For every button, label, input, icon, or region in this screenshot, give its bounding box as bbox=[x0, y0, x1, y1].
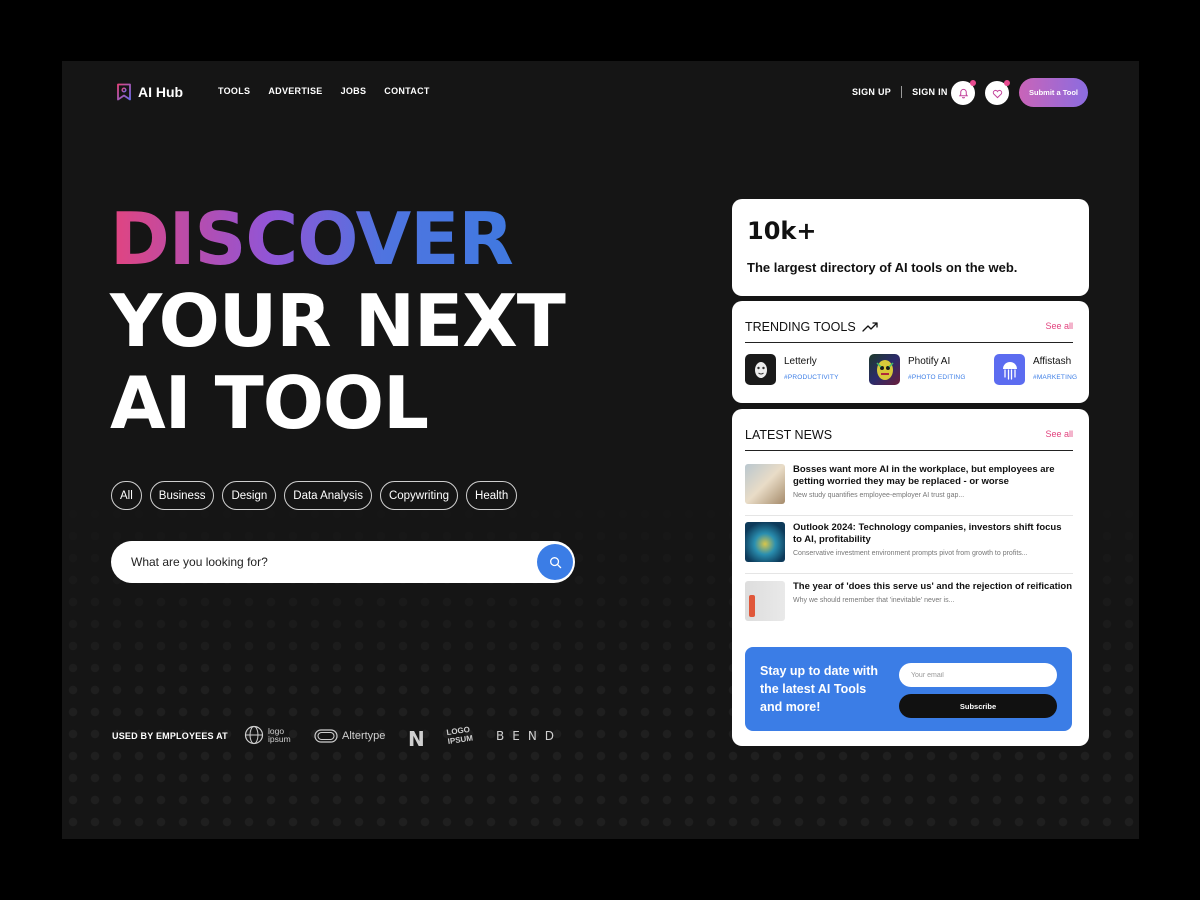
chip-all[interactable]: All bbox=[111, 481, 142, 510]
news-item[interactable]: Outlook 2024: Technology companies, inve… bbox=[745, 522, 1073, 574]
news-item[interactable]: Bosses want more AI in the workplace, bu… bbox=[745, 464, 1073, 516]
news-thumbnail bbox=[745, 581, 785, 621]
letterly-icon bbox=[745, 354, 776, 385]
chip-data-analysis[interactable]: Data Analysis bbox=[284, 481, 372, 510]
trending-header: TRENDING TOOLS See all bbox=[745, 318, 1073, 343]
stats-card: 10k+ The largest directory of AI tools o… bbox=[732, 199, 1089, 296]
category-chips: All Business Design Data Analysis Copywr… bbox=[111, 481, 518, 510]
chip-health[interactable]: Health bbox=[466, 481, 518, 510]
news-title: LATEST NEWS bbox=[745, 428, 833, 442]
brand-logo-ipsum: logo ipsum bbox=[244, 725, 298, 745]
trending-title: TRENDING TOOLS bbox=[745, 320, 856, 334]
globe-logo-icon bbox=[244, 725, 264, 745]
bookmark-logo-icon bbox=[117, 83, 131, 101]
stats-tagline: The largest directory of AI tools on the… bbox=[747, 260, 1018, 275]
chip-copywriting[interactable]: Copywriting bbox=[379, 481, 459, 510]
divider bbox=[901, 86, 903, 98]
news-description: New study quantifies employee-employer A… bbox=[793, 492, 965, 499]
search-icon bbox=[549, 556, 561, 568]
auth-links: SIGN UP SIGN IN bbox=[852, 86, 948, 98]
subscribe-button[interactable]: Subscribe bbox=[899, 694, 1057, 718]
news-description: Why we should remember that 'inevitable'… bbox=[793, 597, 955, 604]
tool-name: Photify AI bbox=[908, 356, 951, 367]
sign-in-link[interactable]: SIGN IN bbox=[912, 87, 948, 97]
nav-link-advertise[interactable]: ADVERTISE bbox=[268, 86, 322, 96]
favorites-button[interactable] bbox=[985, 80, 1010, 105]
hero-line-3: AI TOOL bbox=[110, 361, 429, 445]
search-input[interactable] bbox=[131, 541, 511, 583]
logo[interactable]: AI Hub bbox=[116, 83, 183, 101]
nav-link-tools[interactable]: TOOLS bbox=[218, 86, 250, 96]
altertype-logo-icon bbox=[314, 729, 338, 743]
nav-link-contact[interactable]: CONTACT bbox=[384, 86, 429, 96]
news-thumbnail bbox=[745, 522, 785, 562]
brand-altertype: Altertype bbox=[314, 728, 385, 744]
latest-news-card: LATEST NEWS See all Bosses want more AI … bbox=[732, 409, 1089, 746]
tool-name: Letterly bbox=[784, 356, 817, 367]
newsletter-title: Stay up to date with the latest AI Tools… bbox=[760, 664, 879, 714]
news-headline: Outlook 2024: Technology companies, inve… bbox=[793, 522, 1062, 545]
news-headline: Bosses want more AI in the workplace, bu… bbox=[793, 464, 1055, 487]
tool-name: Affistash bbox=[1033, 356, 1072, 367]
tool-item-photify[interactable]: Photify AI #PHOTO EDITING bbox=[869, 354, 966, 385]
bell-icon bbox=[958, 88, 968, 98]
chip-business[interactable]: Business bbox=[149, 481, 215, 510]
main-nav: TOOLS ADVERTISE JOBS CONTACT bbox=[218, 86, 430, 96]
heart-icon bbox=[992, 89, 1002, 98]
tool-item-affistash[interactable]: Affistash #MARKETING bbox=[994, 354, 1077, 385]
hero-heading: DISCOVER YOUR NEXT AI TOOL bbox=[110, 198, 566, 445]
tool-tag: #PRODUCTIVITY bbox=[784, 374, 839, 381]
page-frame: AI Hub TOOLS ADVERTISE JOBS CONTACT SIGN… bbox=[62, 61, 1139, 839]
news-description: Conservative investment environment prom… bbox=[793, 550, 1028, 557]
news-headline: The year of 'does this serve us' and the… bbox=[793, 581, 1073, 592]
news-thumbnail bbox=[745, 464, 785, 504]
chip-design[interactable]: Design bbox=[222, 481, 277, 510]
trending-tools-card: TRENDING TOOLS See all Letterly #PRODUCT… bbox=[732, 301, 1089, 403]
brand-n: N bbox=[408, 727, 425, 751]
used-by-label: USED BY EMPLOYEES AT bbox=[112, 731, 228, 741]
nav-link-jobs[interactable]: JOBS bbox=[341, 86, 367, 96]
logo-text: AI Hub bbox=[138, 84, 184, 100]
notification-dot bbox=[970, 80, 976, 86]
favorites-dot bbox=[1004, 80, 1010, 86]
photify-icon bbox=[869, 354, 900, 385]
search-button[interactable] bbox=[537, 544, 573, 580]
newsletter-box: Stay up to date with the latest AI Tools… bbox=[745, 647, 1072, 731]
news-item[interactable]: The year of 'does this serve us' and the… bbox=[745, 581, 1073, 633]
tool-tag: #MARKETING bbox=[1033, 374, 1078, 381]
news-header: LATEST NEWS See all bbox=[745, 426, 1073, 451]
tool-item-letterly[interactable]: Letterly #PRODUCTIVITY bbox=[745, 354, 839, 385]
brand-bend: BEND bbox=[496, 729, 563, 743]
trending-see-all-link[interactable]: See all bbox=[1045, 318, 1073, 342]
email-input[interactable] bbox=[899, 663, 1057, 687]
news-see-all-link[interactable]: See all bbox=[1045, 426, 1073, 450]
search-bar bbox=[111, 541, 575, 583]
notifications-button[interactable] bbox=[951, 80, 976, 105]
sign-up-link[interactable]: SIGN UP bbox=[852, 87, 891, 97]
affistash-icon bbox=[994, 354, 1025, 385]
stats-count: 10k+ bbox=[747, 217, 817, 245]
hero-line-2: YOUR NEXT bbox=[110, 279, 566, 363]
submit-tool-button[interactable]: Submit a Tool bbox=[1019, 78, 1088, 107]
tool-tag: #PHOTO EDITING bbox=[908, 374, 966, 381]
hero-line-1: DISCOVER bbox=[110, 198, 565, 280]
trending-up-icon bbox=[862, 322, 878, 332]
